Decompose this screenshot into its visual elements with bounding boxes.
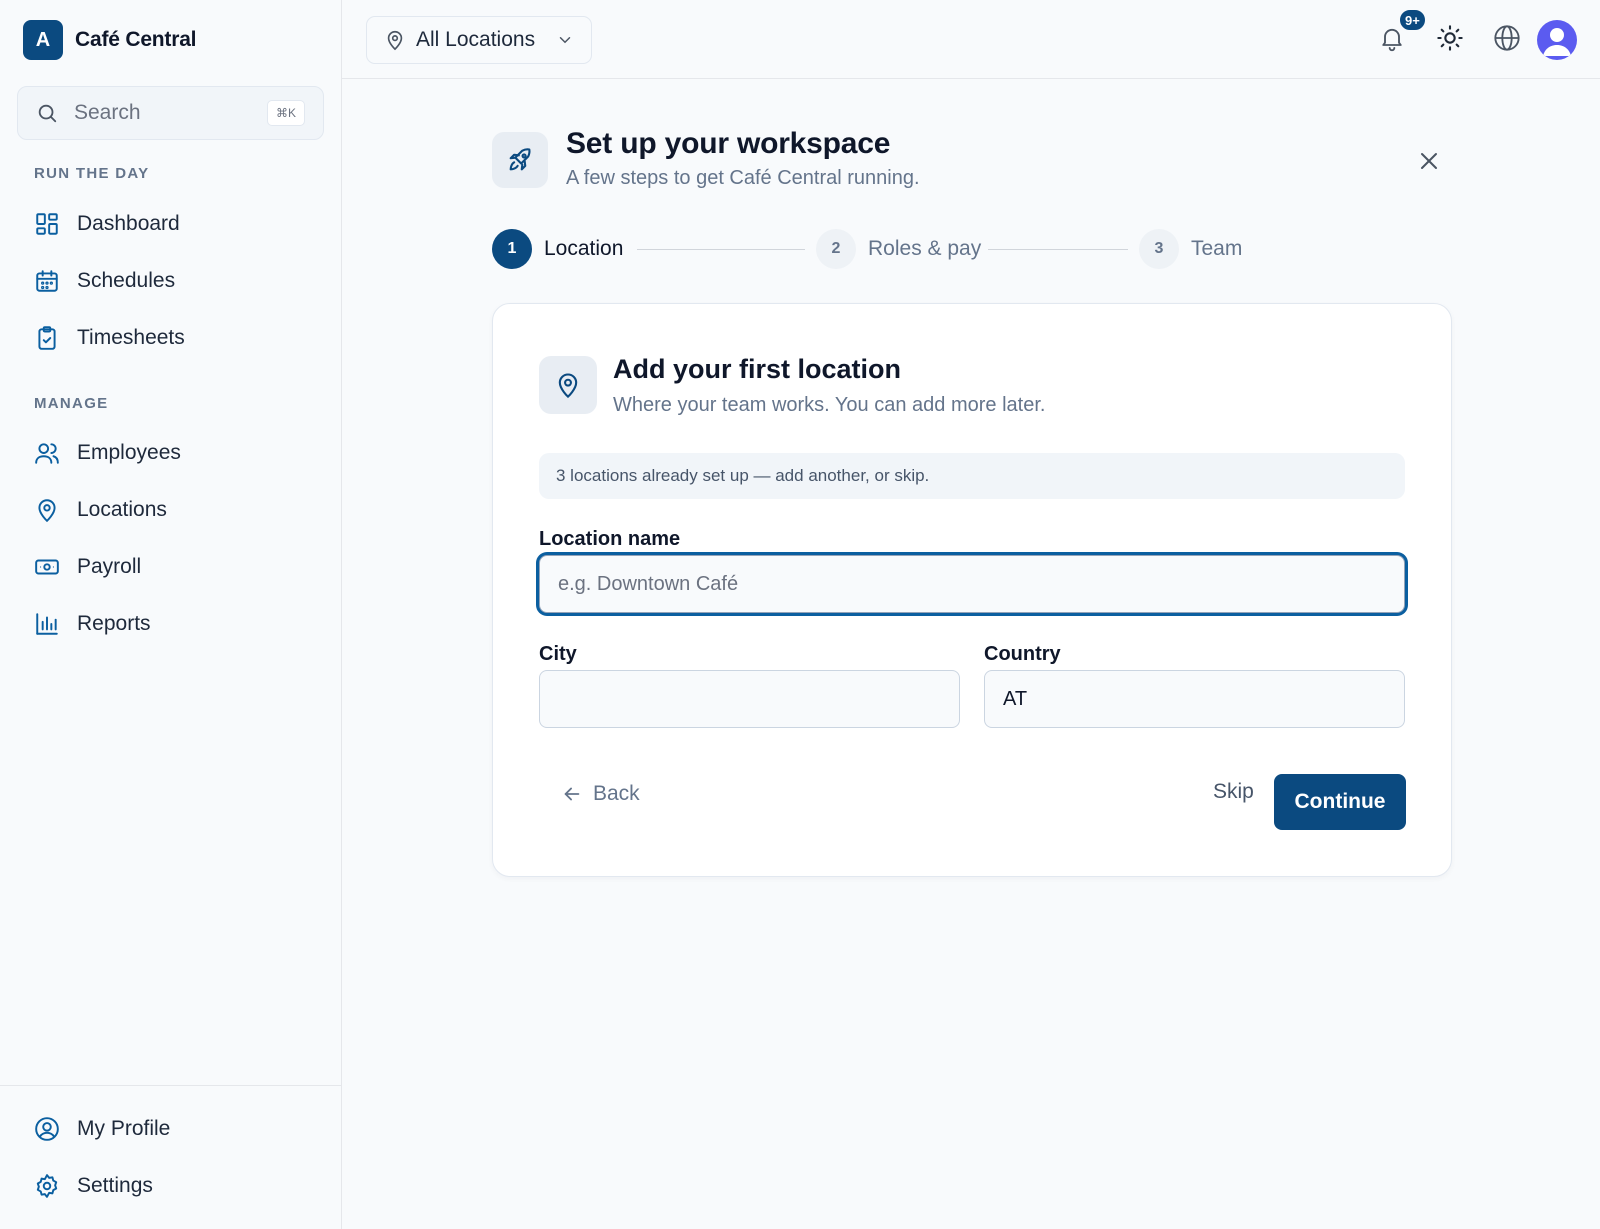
avatar[interactable] <box>1537 20 1577 60</box>
sidebar-item-my-profile[interactable]: My Profile <box>34 1109 314 1149</box>
sidebar-item-label: Schedules <box>77 269 176 292</box>
card-subtitle: Where your team works. You can add more … <box>613 394 1046 416</box>
section-label-run-the-day: RUN THE DAY <box>34 165 150 182</box>
search-input[interactable]: Search <box>74 101 267 125</box>
map-pin-icon-tile <box>539 356 597 414</box>
sun-icon[interactable] <box>1436 24 1464 52</box>
step-team[interactable]: 3 Team <box>1139 229 1242 269</box>
skip-button[interactable]: Skip <box>1213 780 1254 804</box>
step-number: 3 <box>1139 229 1179 269</box>
location-select-value: All Locations <box>416 28 536 51</box>
section-label-manage: MANAGE <box>34 395 109 412</box>
map-pin-icon <box>387 30 403 51</box>
sidebar-item-timesheets[interactable]: Timesheets <box>34 318 314 358</box>
step-label: Location <box>544 237 624 260</box>
calendar-icon <box>36 270 58 292</box>
sidebar-item-label: Locations <box>77 498 167 521</box>
card-title: Add your first location <box>613 354 902 384</box>
step-location[interactable]: 1 Location <box>492 229 623 269</box>
step-label: Team <box>1191 237 1243 260</box>
chevron-down-icon <box>559 37 571 44</box>
page-subtitle: A few steps to get Café Central running. <box>566 167 920 189</box>
arrow-left-icon <box>564 787 580 801</box>
sidebar-item-label: Dashboard <box>77 212 180 235</box>
back-label: Back <box>593 782 640 805</box>
step-number: 1 <box>492 229 532 269</box>
rocket-icon-tile <box>492 132 548 188</box>
clipboard-check-icon <box>38 326 56 350</box>
city-label: City <box>539 643 577 665</box>
user-circle-icon <box>35 1117 59 1141</box>
search-box[interactable]: Search ⌘K <box>17 86 324 140</box>
sidebar-item-employees[interactable]: Employees <box>34 433 314 473</box>
map-pin-icon <box>38 499 56 523</box>
location-name-label: Location name <box>539 528 681 550</box>
sidebar: A Café Central Search ⌘K RUN THE DAY Das… <box>0 0 342 1229</box>
back-button[interactable]: Back <box>561 774 640 814</box>
step-roles-pay[interactable]: 2 Roles & pay <box>816 229 981 269</box>
city-input[interactable] <box>539 670 960 728</box>
notification-badge: 9+ <box>1398 8 1427 32</box>
sidebar-item-label: Timesheets <box>77 326 185 349</box>
sidebar-item-label: My Profile <box>77 1117 171 1140</box>
close-icon <box>1421 153 1437 169</box>
step-label: Roles & pay <box>868 237 982 260</box>
sidebar-item-dashboard[interactable]: Dashboard <box>34 204 314 244</box>
brand-logo: A <box>23 20 63 60</box>
continue-button[interactable]: Continue <box>1274 774 1406 830</box>
sidebar-item-payroll[interactable]: Payroll <box>34 547 314 587</box>
topbar: All Locations 9+ <box>342 0 1600 79</box>
location-name-input[interactable] <box>539 555 1405 613</box>
country-input[interactable] <box>984 670 1405 728</box>
sidebar-divider <box>0 1085 342 1086</box>
location-form-card: Add your first location Where your team … <box>492 303 1452 877</box>
sidebar-item-reports[interactable]: Reports <box>34 604 314 644</box>
step-connector <box>637 249 805 250</box>
banknote-icon <box>35 559 59 575</box>
location-select[interactable]: All Locations <box>366 16 592 64</box>
user-avatar-icon <box>1543 28 1571 56</box>
step-number: 2 <box>816 229 856 269</box>
info-notice: 3 locations already set up — add another… <box>539 453 1405 499</box>
map-pin-icon <box>558 373 578 399</box>
sidebar-item-label: Employees <box>77 441 181 464</box>
close-button[interactable] <box>1414 146 1444 176</box>
sidebar-item-settings[interactable]: Settings <box>34 1166 314 1206</box>
rocket-icon <box>509 148 531 171</box>
users-icon <box>35 443 59 464</box>
step-connector <box>988 249 1128 250</box>
sidebar-item-locations[interactable]: Locations <box>34 490 314 530</box>
sidebar-item-label: Settings <box>77 1174 153 1197</box>
sidebar-item-label: Payroll <box>77 555 142 578</box>
search-shortcut: ⌘K <box>266 100 305 126</box>
brand[interactable]: A Café Central <box>23 20 197 60</box>
search-icon <box>38 104 57 123</box>
gear-icon <box>36 1174 58 1198</box>
sidebar-item-schedules[interactable]: Schedules <box>34 261 314 301</box>
bar-chart-icon <box>36 613 58 635</box>
dashboard-icon <box>36 213 58 235</box>
sidebar-item-label: Reports <box>77 612 151 635</box>
brand-name: Café Central <box>75 28 197 51</box>
page-title: Set up your workspace <box>566 127 891 160</box>
country-label: Country <box>984 643 1061 665</box>
globe-icon[interactable] <box>1493 24 1521 52</box>
